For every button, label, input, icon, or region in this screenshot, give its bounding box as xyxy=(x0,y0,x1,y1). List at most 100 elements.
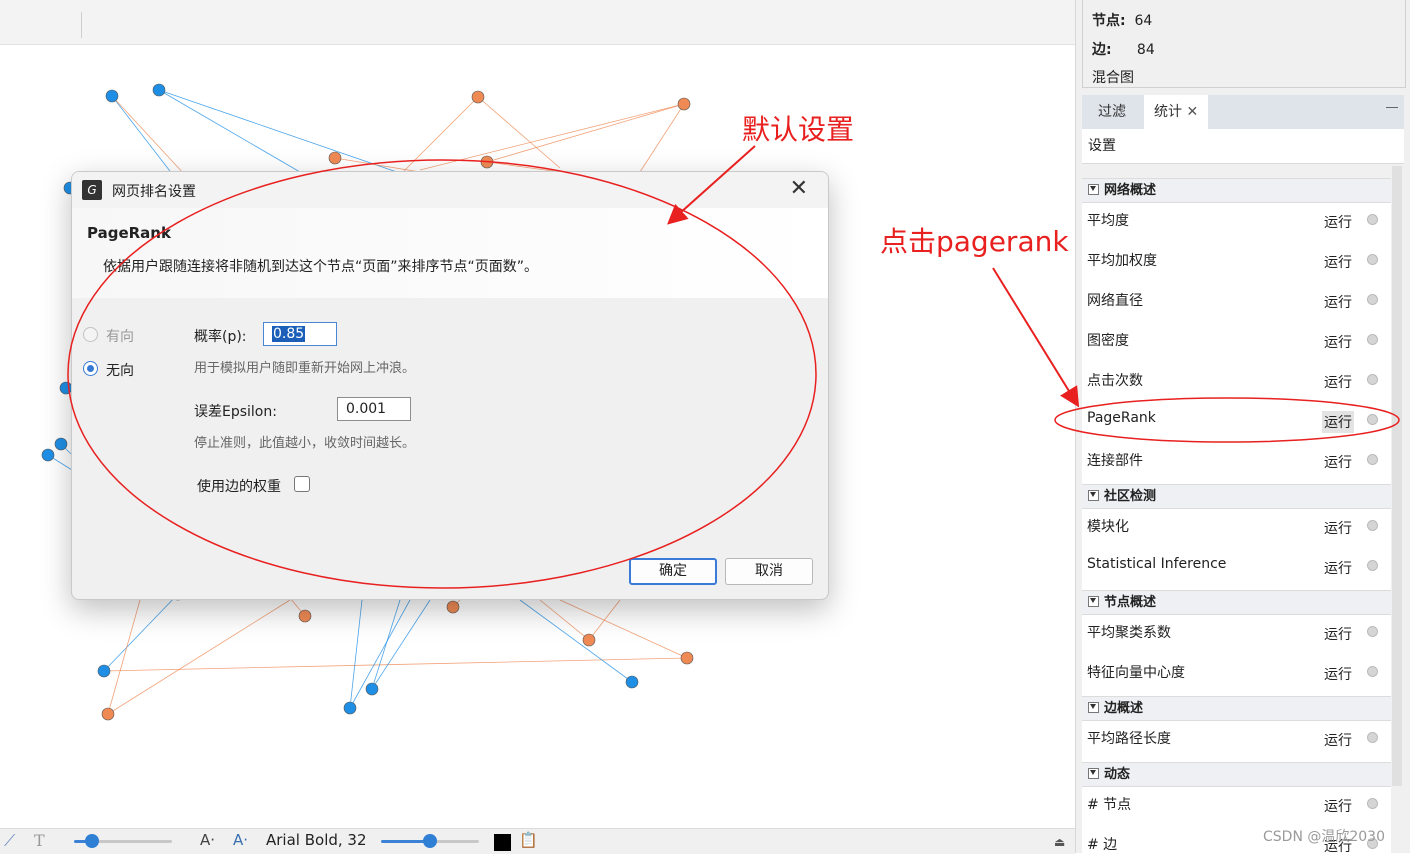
help-icon[interactable] xyxy=(1367,798,1378,809)
probability-label: 概率(p): xyxy=(194,329,247,345)
stat-item-label: 平均加权度 xyxy=(1087,253,1157,269)
graph-edge xyxy=(334,157,421,173)
graph-node[interactable] xyxy=(328,151,342,165)
undirected-radio[interactable] xyxy=(83,361,98,376)
edges-count: 边: 84 xyxy=(1092,42,1155,58)
help-icon[interactable] xyxy=(1367,666,1378,677)
text-tool-icon[interactable]: T xyxy=(34,831,45,850)
help-icon[interactable] xyxy=(1367,626,1378,637)
run-button[interactable]: 运行 xyxy=(1322,211,1354,233)
tab-statistics[interactable]: 统计 ✕ xyxy=(1144,95,1209,129)
font-label[interactable]: Arial Bold, 32 xyxy=(266,831,367,849)
expand-icon[interactable]: ⏏ xyxy=(1054,835,1065,849)
pagerank-settings-dialog: G 网页排名设置 ✕ PageRank 依据用户跟随连接将非随机到达这个节点“页… xyxy=(71,171,829,600)
cancel-button[interactable]: 取消 xyxy=(725,558,813,585)
run-button[interactable]: 运行 xyxy=(1322,517,1354,539)
graph-edge xyxy=(349,599,363,709)
collapse-toggle-icon[interactable] xyxy=(1088,596,1099,607)
collapse-toggle-icon[interactable] xyxy=(1088,490,1099,501)
help-icon[interactable] xyxy=(1367,732,1378,743)
graph-info-box: 节点: 64 边: 84 混合图 xyxy=(1082,0,1406,88)
run-button[interactable]: 运行 xyxy=(1322,291,1354,313)
node-size-slider-track[interactable] xyxy=(92,840,172,843)
graph-node[interactable] xyxy=(582,633,596,647)
run-button[interactable]: 运行 xyxy=(1322,557,1354,579)
stat-item-label: 平均聚类系数 xyxy=(1087,625,1171,641)
directed-radio[interactable] xyxy=(83,327,98,342)
run-button[interactable]: 运行 xyxy=(1322,251,1354,273)
graph-node[interactable] xyxy=(343,701,357,715)
graph-node[interactable] xyxy=(446,600,460,614)
node-size-slider-thumb[interactable] xyxy=(85,834,99,848)
stat-item: Statistical Inference 运行 xyxy=(1082,546,1391,586)
help-icon[interactable] xyxy=(1367,294,1378,305)
collapse-toggle-icon[interactable] xyxy=(1088,184,1099,195)
graph-edge xyxy=(639,103,685,173)
graph-node[interactable] xyxy=(101,707,115,721)
scrollbar[interactable] xyxy=(1392,166,1402,786)
graph-node[interactable] xyxy=(97,664,111,678)
help-icon[interactable] xyxy=(1367,454,1378,465)
graph-node[interactable] xyxy=(41,448,55,462)
category-title: 节点概述 xyxy=(1104,595,1157,610)
watermark: CSDN @温欣2030 xyxy=(1263,829,1385,845)
graph-node[interactable] xyxy=(298,609,312,623)
stat-item: 特征向量中心度 运行 xyxy=(1082,652,1391,692)
nodes-count: 节点: 64 xyxy=(1092,13,1153,29)
run-button[interactable]: 运行 xyxy=(1322,663,1354,685)
font-size-icon[interactable]: A· xyxy=(200,831,215,849)
help-icon[interactable] xyxy=(1367,414,1378,425)
tab-filter[interactable]: 过滤 xyxy=(1088,95,1136,129)
graph-edge xyxy=(399,96,479,176)
graph-node[interactable] xyxy=(480,155,494,169)
clipboard-icon[interactable]: 📋 xyxy=(519,831,538,849)
run-button[interactable]: 运行 xyxy=(1322,371,1354,393)
ok-button[interactable]: 确定 xyxy=(629,558,717,585)
gephi-logo-icon: G xyxy=(82,180,102,200)
edge-weight-checkbox[interactable] xyxy=(294,476,310,492)
graph-node[interactable] xyxy=(625,675,639,689)
edge-tool-icon[interactable]: ⟋ xyxy=(4,831,15,851)
close-icon[interactable]: ✕ xyxy=(1186,104,1198,120)
help-icon[interactable] xyxy=(1367,214,1378,225)
probability-input[interactable]: 0.85 xyxy=(263,322,337,346)
stat-item-label: # 边 xyxy=(1087,837,1118,853)
help-icon[interactable] xyxy=(1367,560,1378,571)
help-icon[interactable] xyxy=(1367,254,1378,265)
collapse-toggle-icon[interactable] xyxy=(1088,702,1099,713)
stat-item-label: 网络直径 xyxy=(1087,293,1143,309)
collapse-toggle-icon[interactable] xyxy=(1088,768,1099,779)
probability-hint: 用于模拟用户随即重新开始网上冲浪。 xyxy=(194,361,416,376)
run-button[interactable]: 运行 xyxy=(1322,411,1354,433)
top-toolbar xyxy=(0,0,1075,45)
graph-edge xyxy=(419,103,685,171)
graph-node[interactable] xyxy=(54,437,68,451)
font-color-icon[interactable]: A· xyxy=(233,831,248,849)
help-icon[interactable] xyxy=(1367,374,1378,385)
graph-node[interactable] xyxy=(365,682,379,696)
color-swatch[interactable] xyxy=(494,834,511,851)
minimize-icon[interactable] xyxy=(1386,107,1398,108)
graph-node[interactable] xyxy=(677,97,691,111)
label-size-slider-fill xyxy=(381,840,429,843)
run-button[interactable]: 运行 xyxy=(1322,729,1354,751)
settings-row[interactable]: 设置 xyxy=(1082,129,1404,164)
label-size-slider-thumb[interactable] xyxy=(423,834,437,848)
graph-edge xyxy=(158,89,421,181)
epsilon-input[interactable]: 0.001 xyxy=(337,397,411,421)
stat-item-label: PageRank xyxy=(1087,410,1156,426)
run-button[interactable]: 运行 xyxy=(1322,795,1354,817)
statistics-list: 网络概述 平均度 运行 平均加权度 运行 网络直径 运行 图密度 运行 点击次数 运行 PageRan… xyxy=(1082,178,1391,853)
run-button[interactable]: 运行 xyxy=(1322,451,1354,473)
run-button[interactable]: 运行 xyxy=(1322,331,1354,353)
graph-node[interactable] xyxy=(152,83,166,97)
graph-edge xyxy=(103,593,179,672)
graph-node[interactable] xyxy=(680,651,694,665)
dialog-close-button[interactable]: ✕ xyxy=(790,176,808,201)
help-icon[interactable] xyxy=(1367,334,1378,345)
graph-node[interactable] xyxy=(471,90,485,104)
graph-node[interactable] xyxy=(105,89,119,103)
run-button[interactable]: 运行 xyxy=(1322,623,1354,645)
help-icon[interactable] xyxy=(1367,520,1378,531)
right-panel: 节点: 64 边: 84 混合图 过滤 统计 ✕ 设置 网络概述 平均度 运行 平均加… xyxy=(1075,0,1410,853)
